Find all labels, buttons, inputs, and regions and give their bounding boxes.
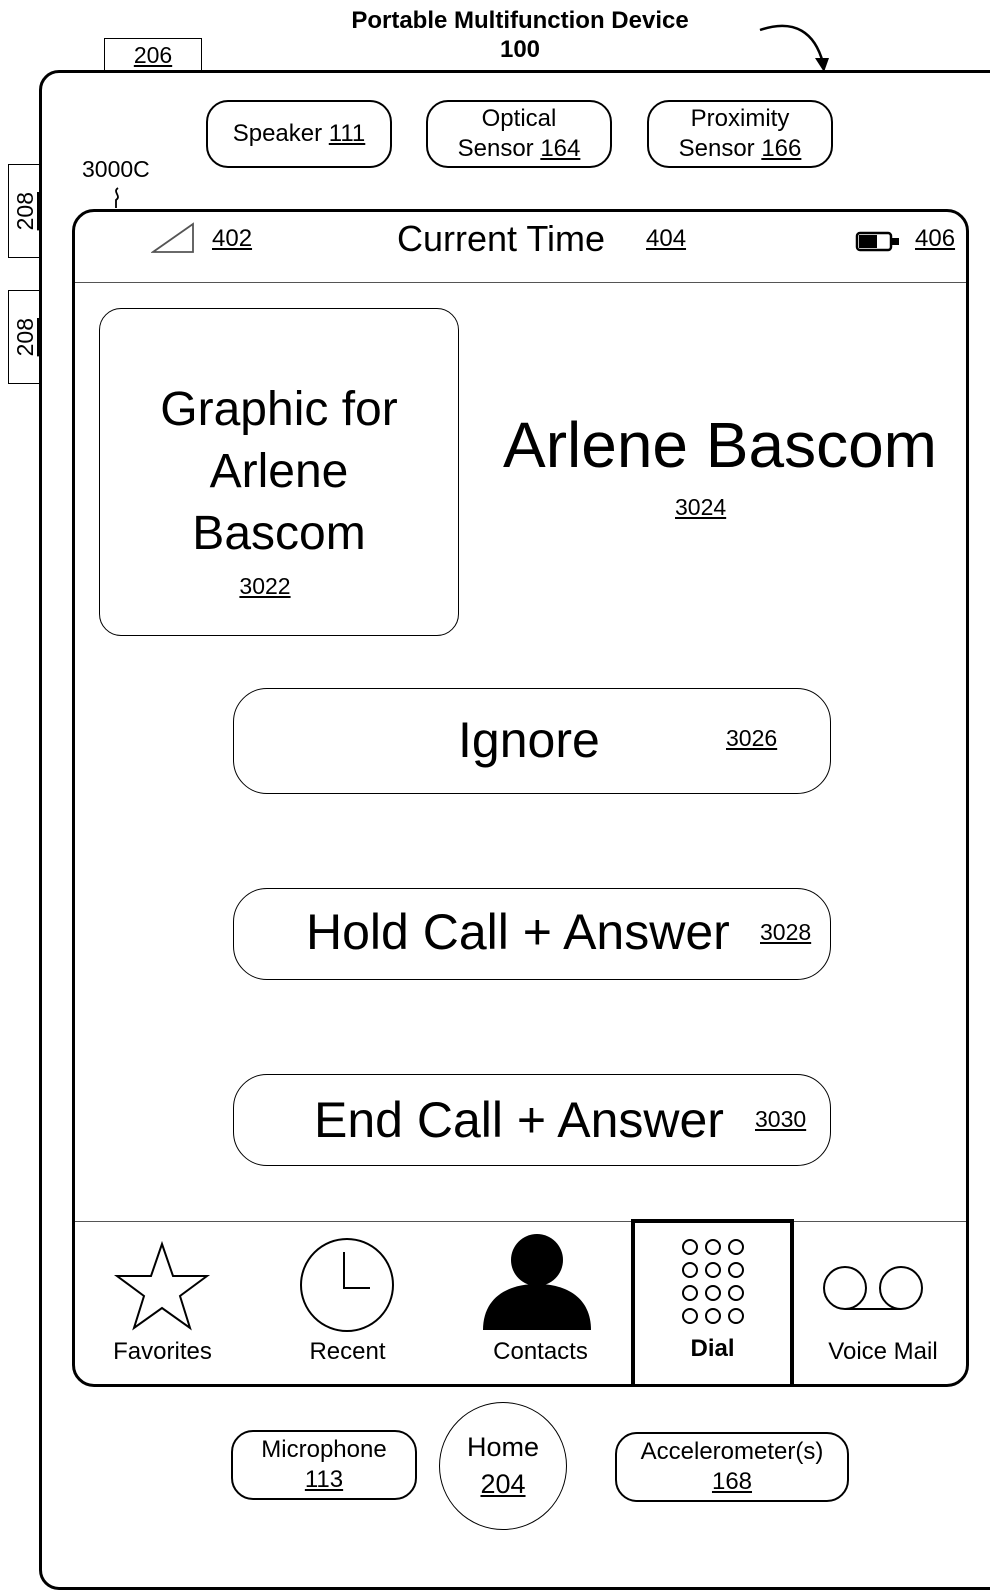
top-button-ref: 206 [133,41,173,68]
caller-graphic: Graphic for Arlene Bascom 3022 [99,308,459,636]
side-button-upper[interactable]: 208 [8,164,42,258]
accelerometer: Accelerometer(s) 168 [615,1432,849,1502]
caller-graphic-ref: 3022 [239,573,291,599]
figure-caption: Portable Multifunction Device 100 [300,6,740,64]
side-button-upper-ref: 208 [11,191,38,231]
accelerometer-ref: 168 [711,1468,753,1495]
battery-ref: 406 [915,225,956,252]
hold-call-answer-label: Hold Call + Answer [306,904,730,960]
hold-call-answer-ref: 3028 [760,919,812,945]
caller-graphic-line1: Graphic for [160,383,398,436]
keypad-dot [728,1262,744,1278]
tab-contacts-label: Contacts [493,1338,588,1365]
tab-voice-mail-label: Voice Mail [828,1338,938,1365]
keypad-dot [728,1285,744,1301]
signal-ref: 402 [212,225,253,252]
star-icon [113,1240,211,1331]
microphone-ref: 113 [304,1466,344,1493]
speaker: Speaker 111 [206,100,392,168]
current-time: Current Time [397,218,606,259]
tab-dial-label: Dial [690,1335,735,1362]
keypad-dot [682,1239,698,1255]
keypad-dot [728,1239,744,1255]
proximity-sensor-label: Proximity [690,105,790,132]
tab-contacts[interactable]: Contacts [463,1222,618,1384]
ignore-label: Ignore [458,712,600,768]
home-ref: 204 [480,1469,526,1499]
leader-line-icon [115,187,119,208]
speaker-label: Speaker [232,120,323,147]
ignore-ref: 3026 [726,725,778,751]
keypad-icon [682,1239,744,1324]
speaker-ref: 111 [328,120,366,147]
caller-graphic-line2: Arlene [209,445,349,498]
hold-call-answer-button[interactable]: Hold Call + Answer 3028 [233,888,831,980]
tab-favorites-label: Favorites [113,1338,212,1365]
keypad-dot [705,1262,721,1278]
optical-sensor-label: Optical [481,105,557,132]
signal-icon [151,222,194,253]
proximity-sensor-ref: 166 [761,135,802,162]
tab-favorites[interactable]: Favorites [85,1222,240,1384]
screen-ref: 3000C [82,156,150,182]
voicemail-icon [823,1266,923,1310]
optical-sensor-ref: 164 [540,135,581,162]
optical-sensor-label-2: Sensor [457,135,534,162]
caption-ref: 100 [499,36,541,63]
top-button[interactable]: 206 [104,38,202,72]
clock-icon [300,1238,394,1332]
keypad-dot [728,1308,744,1324]
tab-dial[interactable]: Dial [631,1219,794,1384]
microphone-label: Microphone [261,1436,387,1463]
keypad-dot [705,1308,721,1324]
side-button-lower-ref: 208 [11,317,38,357]
keypad-dot [705,1239,721,1255]
tab-voice-mail[interactable]: Voice Mail [797,1222,966,1384]
caption-title: Portable Multifunction Device [351,7,689,34]
keypad-dot [682,1285,698,1301]
proximity-sensor: Proximity Sensor 166 [647,100,833,168]
keypad-dot [682,1262,698,1278]
end-call-answer-ref: 3030 [755,1106,807,1132]
side-button-lower[interactable]: 208 [8,290,42,384]
tab-recent[interactable]: Recent [270,1222,425,1384]
home-label: Home [466,1432,540,1462]
microphone: Microphone 113 [231,1430,417,1500]
proximity-sensor-label-2: Sensor [678,135,755,162]
end-call-answer-button[interactable]: End Call + Answer 3030 [233,1074,831,1166]
ignore-button[interactable]: Ignore 3026 [233,688,831,794]
keypad-dot [705,1285,721,1301]
tab-recent-label: Recent [309,1338,386,1365]
home-button[interactable]: Home 204 [439,1402,567,1530]
caller-name: Arlene Bascom [503,409,937,481]
caller-name-ref: 3024 [675,494,727,520]
person-icon [483,1234,591,1330]
caller-graphic-line3: Bascom [192,507,366,560]
battery-icon [855,231,899,252]
caption-arrow-icon [759,24,829,72]
optical-sensor: Optical Sensor 164 [426,100,612,168]
keypad-dot [682,1308,698,1324]
tab-bar: Favorites Recent Contacts Dial Voice Mai… [75,1219,966,1384]
time-ref: 404 [646,225,687,252]
status-bar: 402 Current Time 404 406 [75,212,966,283]
accelerometer-label: Accelerometer(s) [640,1438,824,1465]
end-call-answer-label: End Call + Answer [314,1092,724,1148]
screen: 402 Current Time 404 406 Graphic for Arl… [72,209,969,1387]
